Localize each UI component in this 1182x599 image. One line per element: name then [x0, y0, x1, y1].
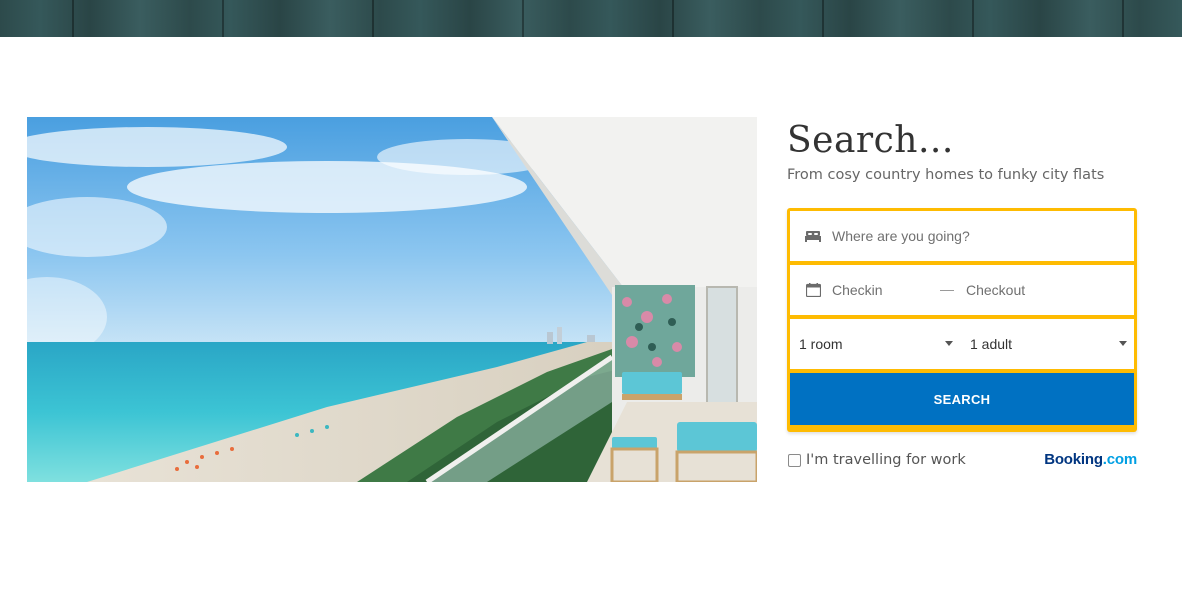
dates-field: Checkin Checkout [790, 265, 1134, 315]
bed-icon [805, 228, 821, 244]
checkout-field[interactable]: Checkout [940, 282, 1025, 298]
rooms-select[interactable]: 1 room [790, 319, 960, 369]
brand-name: Booking [1044, 451, 1103, 468]
search-panel: Search... From cosy country homes to fun… [787, 117, 1137, 468]
search-button[interactable]: SEARCH [790, 373, 1134, 425]
destination-field[interactable]: Where are you going? [790, 211, 1134, 261]
adults-value: 1 adult [970, 336, 1013, 352]
hero-image [27, 117, 757, 482]
top-banner [0, 0, 1182, 37]
booking-logo[interactable]: Booking.com [1044, 451, 1137, 468]
checkin-field[interactable]: Checkin [790, 282, 940, 298]
destination-placeholder: Where are you going? [832, 228, 970, 244]
search-box: Where are you going? Checkin Checkout 1 … [787, 208, 1137, 432]
adults-select[interactable]: 1 adult [960, 319, 1134, 369]
date-separator [940, 289, 954, 291]
brand-tld: .com [1102, 451, 1137, 468]
work-label[interactable]: I'm travelling for work [806, 452, 966, 468]
rooms-value: 1 room [799, 336, 843, 352]
search-subtitle: From cosy country homes to funky city fl… [787, 167, 1105, 183]
checkin-placeholder: Checkin [832, 282, 883, 298]
calendar-icon [805, 282, 821, 298]
caret-down-icon [945, 341, 953, 346]
checkout-placeholder: Checkout [966, 282, 1026, 298]
guests-field: 1 room 1 adult [790, 319, 1134, 369]
caret-down-icon [1119, 341, 1127, 346]
work-checkbox[interactable] [788, 453, 801, 467]
search-title: Search... [787, 120, 954, 161]
work-travel-row: I'm travelling for work Booking.com [787, 450, 1137, 470]
